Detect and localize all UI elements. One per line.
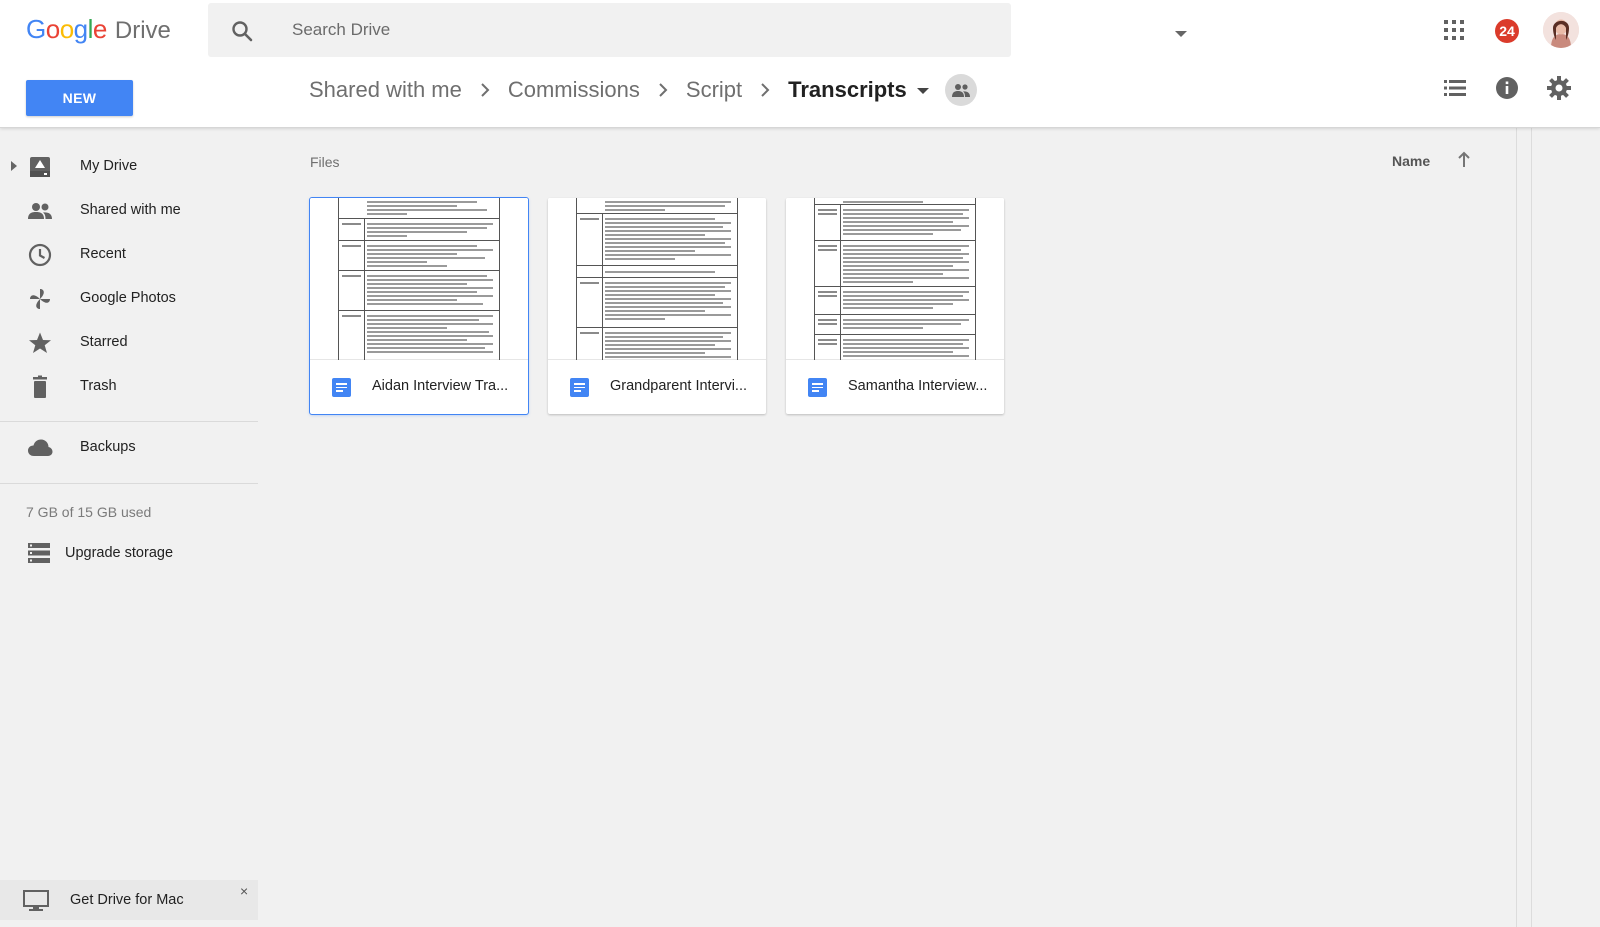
right-side-panel xyxy=(1532,128,1600,927)
clock-icon xyxy=(28,243,52,267)
trash-icon xyxy=(33,375,47,398)
google-logo-text: Google xyxy=(26,14,107,44)
file-meta: Grandparent Intervi... xyxy=(548,360,766,414)
pinwheel-icon xyxy=(30,289,50,309)
search-bar[interactable] xyxy=(208,3,1187,57)
get-drive-banner[interactable]: Get Drive for Mac × xyxy=(0,880,258,920)
shared-folder-icon[interactable] xyxy=(944,74,977,106)
shared-people-icon xyxy=(28,203,52,219)
file-meta: Aidan Interview Tra... xyxy=(310,360,528,414)
sidebar-divider xyxy=(0,483,258,484)
vertical-scrollbar[interactable] xyxy=(1516,128,1532,927)
file-name: Aidan Interview Tra... xyxy=(372,378,509,394)
apps-grid-icon[interactable] xyxy=(1444,20,1464,40)
breadcrumb-script[interactable]: Script xyxy=(686,77,742,103)
sidebar-item-label: My Drive xyxy=(80,158,138,174)
google-docs-icon xyxy=(570,378,589,397)
file-meta: Samantha Interview... xyxy=(786,360,1004,414)
chevron-right-icon xyxy=(760,83,770,97)
breadcrumb-transcripts[interactable]: Transcripts xyxy=(788,77,907,103)
breadcrumb: Shared with me Commissions Script Transc… xyxy=(309,70,977,110)
breadcrumb-shared-with-me[interactable]: Shared with me xyxy=(309,77,462,103)
file-card-aidan-interview[interactable]: Aidan Interview Tra... xyxy=(309,197,529,415)
storage-stack-icon xyxy=(28,543,50,563)
file-card-grandparent-interview[interactable]: Grandparent Intervi... xyxy=(548,198,766,414)
sidebar-item-label: Google Photos xyxy=(80,290,176,306)
google-docs-icon xyxy=(808,378,827,397)
notifications-badge[interactable]: 24 xyxy=(1495,19,1519,43)
new-button[interactable]: NEW xyxy=(26,80,133,116)
sidebar-item-label: Trash xyxy=(80,378,117,394)
sidebar-item-label: Starred xyxy=(80,334,128,350)
info-icon[interactable] xyxy=(1494,75,1520,101)
sidebar-item-shared-with-me[interactable]: Shared with me xyxy=(0,189,258,233)
expand-arrow-icon[interactable] xyxy=(11,161,17,171)
star-icon xyxy=(29,332,51,353)
cloud-icon xyxy=(28,439,53,456)
sort-by-name-button[interactable]: Name xyxy=(1392,153,1430,169)
upgrade-storage-label: Upgrade storage xyxy=(65,545,174,561)
chevron-right-icon xyxy=(480,83,490,97)
sidebar-item-trash[interactable]: Trash xyxy=(0,365,258,409)
drive-logo-text: Drive xyxy=(114,17,171,44)
profile-photo-icon xyxy=(1543,12,1579,48)
file-name: Samantha Interview... xyxy=(848,378,988,394)
get-drive-label: Get Drive for Mac xyxy=(70,892,184,908)
sidebar-item-backups[interactable]: Backups xyxy=(0,426,258,470)
list-view-icon[interactable] xyxy=(1442,75,1468,101)
document-thumbnail xyxy=(548,198,766,360)
sidebar-item-label: Backups xyxy=(80,439,136,455)
upgrade-storage-link[interactable]: Upgrade storage xyxy=(26,538,226,568)
files-section-label: Files xyxy=(310,154,340,170)
sidebar-divider xyxy=(0,421,258,422)
file-name: Grandparent Intervi... xyxy=(610,378,748,394)
breadcrumb-commissions[interactable]: Commissions xyxy=(508,77,640,103)
top-bar: Google Drive 24 NEW Shared with me Commi… xyxy=(0,0,1600,128)
search-input[interactable] xyxy=(292,13,932,47)
sidebar-item-recent[interactable]: Recent xyxy=(0,233,258,277)
search-icon[interactable] xyxy=(230,19,254,43)
chevron-right-icon xyxy=(658,83,668,97)
search-options-dropdown-icon[interactable] xyxy=(1175,31,1187,37)
sidebar: My Drive Shared with me Recent Google Ph… xyxy=(0,128,258,927)
document-thumbnail xyxy=(310,198,528,360)
my-drive-icon xyxy=(30,157,50,177)
google-drive-logo[interactable]: Google Drive xyxy=(26,14,171,48)
document-thumbnail xyxy=(786,198,1004,360)
sidebar-item-google-photos[interactable]: Google Photos xyxy=(0,277,258,321)
desktop-computer-icon xyxy=(23,890,49,911)
sidebar-item-starred[interactable]: Starred xyxy=(0,321,258,365)
avatar[interactable] xyxy=(1543,12,1579,48)
google-docs-icon xyxy=(332,378,351,397)
folder-menu-dropdown-icon[interactable] xyxy=(916,88,929,94)
storage-usage-text: 7 GB of 15 GB used xyxy=(26,504,152,520)
close-icon[interactable]: × xyxy=(240,884,248,898)
file-list-area: Files Name Aidan Interview Tra... Grandp… xyxy=(258,128,1516,927)
settings-gear-icon[interactable] xyxy=(1546,75,1572,101)
sort-ascending-arrow-icon[interactable] xyxy=(1456,151,1472,169)
sidebar-item-label: Recent xyxy=(80,246,126,262)
sidebar-item-label: Shared with me xyxy=(80,202,181,218)
sidebar-item-my-drive[interactable]: My Drive xyxy=(0,145,258,189)
file-card-samantha-interview[interactable]: Samantha Interview... xyxy=(786,198,1004,414)
